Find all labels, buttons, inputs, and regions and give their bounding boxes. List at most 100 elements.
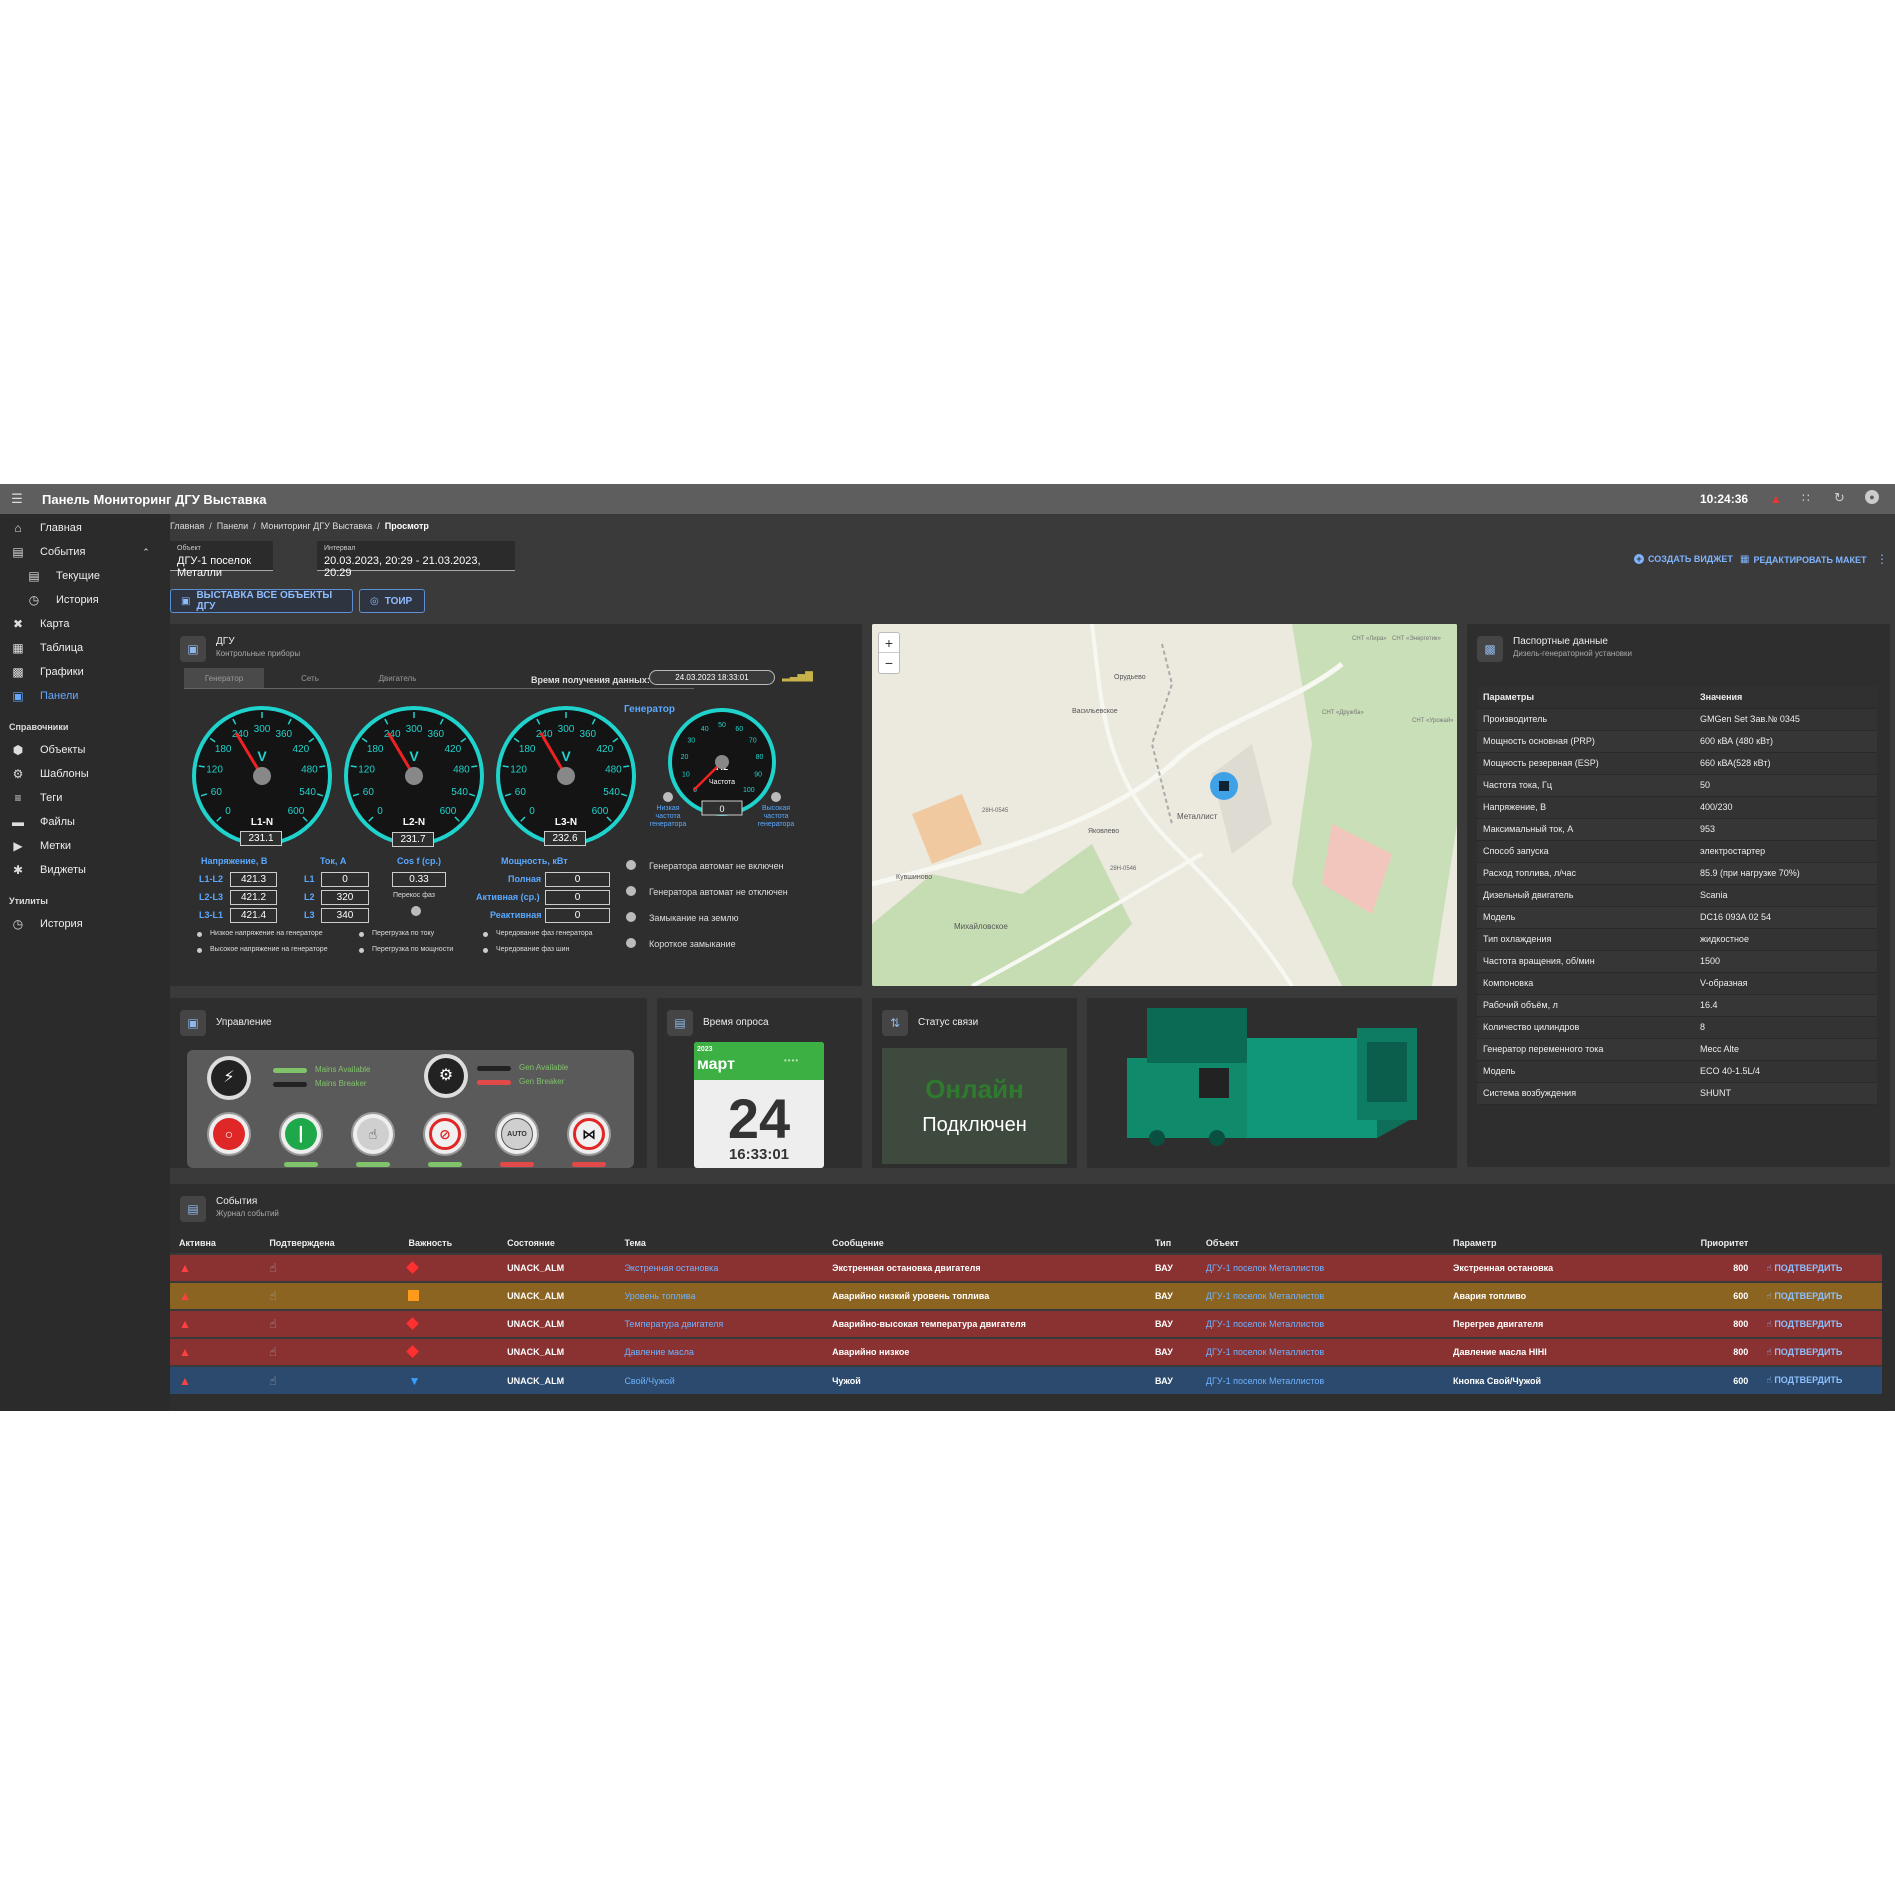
sidebar-item-widgets[interactable]: ✱ Виджеты [0, 859, 170, 881]
events-col-header[interactable]: Состояние [498, 1232, 615, 1254]
sidebar-item-panels[interactable]: ▣ Панели [0, 685, 170, 707]
confirm-button[interactable]: ☝ ПОДТВЕРДИТЬ [1766, 1319, 1842, 1329]
apps-grid-icon[interactable]: ∷ [1802, 491, 1810, 505]
event-topic[interactable]: Температура двигателя [615, 1309, 824, 1338]
events-col-header[interactable]: Сообщение [823, 1232, 1146, 1254]
refresh-icon[interactable]: ↻ [1834, 490, 1845, 506]
passport-value: 8 [1694, 1016, 1877, 1039]
mains-off-button[interactable]: ⊘ [423, 1112, 467, 1156]
edit-layout-button[interactable]: ▦ РЕДАКТИРОВАТЬ МАКЕТ [1740, 554, 1867, 565]
event-topic[interactable]: Свой/Чужой [615, 1365, 824, 1394]
create-widget-button[interactable]: + СОЗДАТЬ ВИДЖЕТ [1634, 554, 1733, 564]
object-select[interactable]: Объект ДГУ-1 поселок Металли [170, 541, 273, 579]
event-topic[interactable]: Экстренная остановка [615, 1253, 824, 1282]
sidebar-item-templates[interactable]: ⚙ Шаблоны [0, 763, 170, 785]
breadcrumb-dashboard[interactable]: Мониторинг ДГУ Выставка [261, 521, 373, 531]
chevron-up-icon[interactable]: ⌃ [138, 544, 154, 560]
passport-value: электростартер [1694, 840, 1877, 863]
passport-value: 85.9 (при нагрузке 70%) [1694, 862, 1877, 885]
passport-param: Модель [1477, 906, 1694, 929]
cos-value: 0.33 [392, 872, 446, 887]
interval-picker[interactable]: Интервал 20.03.2023, 20:29 - 21.03.2023,… [317, 541, 515, 579]
auto-mode-button[interactable]: AUTO [495, 1112, 539, 1156]
phase-skew-indicator [411, 906, 421, 916]
event-row[interactable]: ▲ ☝ UNACK_ALM Давление масла Аварийно низкое… [170, 1337, 1882, 1366]
alarm-icon[interactable]: ▲ [1770, 492, 1782, 506]
zoom-in-button[interactable]: + [879, 633, 899, 653]
start-button[interactable]: ┃ [279, 1112, 323, 1156]
menu-icon[interactable]: ☰ [10, 491, 24, 506]
calendar-icon: ▤ [667, 1010, 693, 1036]
event-topic[interactable]: Давление масла [615, 1337, 824, 1366]
confirm-button[interactable]: ☝ ПОДТВЕРДИТЬ [1766, 1375, 1842, 1385]
passport-param: Частота тока, Гц [1477, 774, 1694, 797]
breadcrumb-panels[interactable]: Панели [217, 521, 248, 531]
gauge-value-l1: 231.1 [240, 831, 282, 846]
events-col-header[interactable]: Активна [170, 1232, 260, 1254]
events-col-header[interactable]: Важность [399, 1232, 498, 1254]
sidebar-item-tags[interactable]: ≡ Теги [0, 787, 170, 809]
events-col-header[interactable]: Тип [1146, 1232, 1197, 1254]
sidebar-item-home[interactable]: ⌂ Главная [0, 517, 170, 539]
control-card: ▣ Управление ⚡ Mains Available Mains Bre… [170, 998, 647, 1168]
more-vertical-icon[interactable]: ⋮ [1876, 552, 1888, 566]
events-col-header[interactable]: Параметр [1444, 1232, 1689, 1254]
event-object[interactable]: ДГУ-1 поселок Металлистов [1196, 1309, 1445, 1338]
sidebar-item-current[interactable]: ▤ Текущие [0, 565, 170, 587]
passport-value: Scania [1694, 884, 1877, 907]
event-parameter: Давление масла HIHI [1444, 1337, 1690, 1366]
map-card[interactable]: + − Орудьево Васильевское Металлист Яков… [872, 624, 1457, 986]
gauge-value-l2: 231.7 [392, 832, 434, 847]
power-reactive-label: Реактивная [490, 910, 542, 920]
account-icon[interactable]: ● [1865, 490, 1879, 504]
event-row[interactable]: ▲ ☝ UNACK_ALM Экстренная остановка Экстренна… [170, 1253, 1882, 1282]
event-object[interactable]: ДГУ-1 поселок Металлистов [1196, 1337, 1445, 1366]
events-col-header[interactable]: Объект [1197, 1232, 1444, 1254]
map-canvas[interactable] [872, 624, 1457, 986]
thumb-up-icon[interactable]: ☝ [269, 1289, 276, 1303]
thumb-up-icon[interactable]: ☝ [269, 1374, 276, 1388]
events-col-header[interactable] [1757, 1232, 1882, 1254]
confirm-button[interactable]: ☝ ПОДТВЕРДИТЬ [1766, 1263, 1842, 1273]
gauge-tick-label: 90 [754, 772, 762, 779]
sidebar-item-charts[interactable]: ▩ Графики [0, 661, 170, 683]
events-col-header[interactable]: Тема [615, 1232, 823, 1254]
events-col-header[interactable]: Приоритет [1689, 1232, 1757, 1254]
event-topic[interactable]: Уровень топлива [615, 1281, 824, 1310]
high-freq-indicator [771, 792, 781, 802]
event-object[interactable]: ДГУ-1 поселок Металлистов [1196, 1281, 1445, 1310]
thumb-up-icon[interactable]: ☝ [269, 1345, 276, 1359]
breaker-off-button[interactable]: ⋈ [567, 1112, 611, 1156]
thumb-up-icon[interactable]: ☝ [269, 1317, 276, 1331]
manual-mode-button[interactable]: ☝ [351, 1112, 395, 1156]
thumb-up-icon[interactable]: ☝ [269, 1261, 276, 1275]
tab-generator[interactable]: Генератор [184, 668, 264, 688]
tab-engine[interactable]: Двигатель [350, 668, 445, 688]
breadcrumb-home[interactable]: Главная [170, 521, 204, 531]
tab-network[interactable]: Сеть [270, 668, 350, 688]
control-panel: ⚡ Mains Available Mains Breaker ⚙ Gen Av… [187, 1050, 634, 1168]
event-row[interactable]: ▲ ☝ ▼ UNACK_ALM Свой/Чужой Чужой ВАУ ДГУ-1 посе… [170, 1365, 1882, 1394]
sidebar-item-files[interactable]: ▬ Файлы [0, 811, 170, 833]
event-row[interactable]: ▲ ☝ UNACK_ALM Уровень топлива Аварийно низки… [170, 1281, 1882, 1310]
event-row[interactable]: ▲ ☝ UNACK_ALM Температура двигателя Аварийно… [170, 1309, 1882, 1338]
sidebar-item-table[interactable]: ▦ Таблица [0, 637, 170, 659]
sidebar-item-labels[interactable]: ▶ Метки [0, 835, 170, 857]
passport-param: Производитель [1477, 708, 1694, 731]
zoom-out-button[interactable]: − [879, 653, 899, 673]
confirm-button[interactable]: ☝ ПОДТВЕРДИТЬ [1766, 1347, 1842, 1357]
sidebar-item-objects[interactable]: ⬢ Объекты [0, 739, 170, 761]
event-confirm-cell: ☝ ПОДТВЕРДИТЬ [1757, 1253, 1882, 1282]
events-col-header[interactable]: Подтверждена [260, 1232, 399, 1254]
confirm-button[interactable]: ☝ ПОДТВЕРДИТЬ [1766, 1291, 1842, 1301]
all-objects-button[interactable]: ▣ ВЫСТАВКА ВСЕ ОБЪЕКТЫ ДГУ [170, 589, 353, 613]
sidebar-item-history[interactable]: ◷ История [0, 913, 170, 935]
stop-button[interactable]: ○ [207, 1112, 251, 1156]
event-object[interactable]: ДГУ-1 поселок Металлистов [1196, 1253, 1445, 1282]
sidebar-item-events-history[interactable]: ◷ История [0, 589, 170, 611]
sidebar-item-events[interactable]: ▤ События ⌃ [0, 541, 170, 563]
gauge-tick-label: 360 [275, 729, 292, 740]
sidebar-item-map[interactable]: ✖ Карта [0, 613, 170, 635]
toir-button[interactable]: ◎ ТОИР [359, 589, 425, 613]
event-object[interactable]: ДГУ-1 поселок Металлистов [1196, 1365, 1445, 1394]
